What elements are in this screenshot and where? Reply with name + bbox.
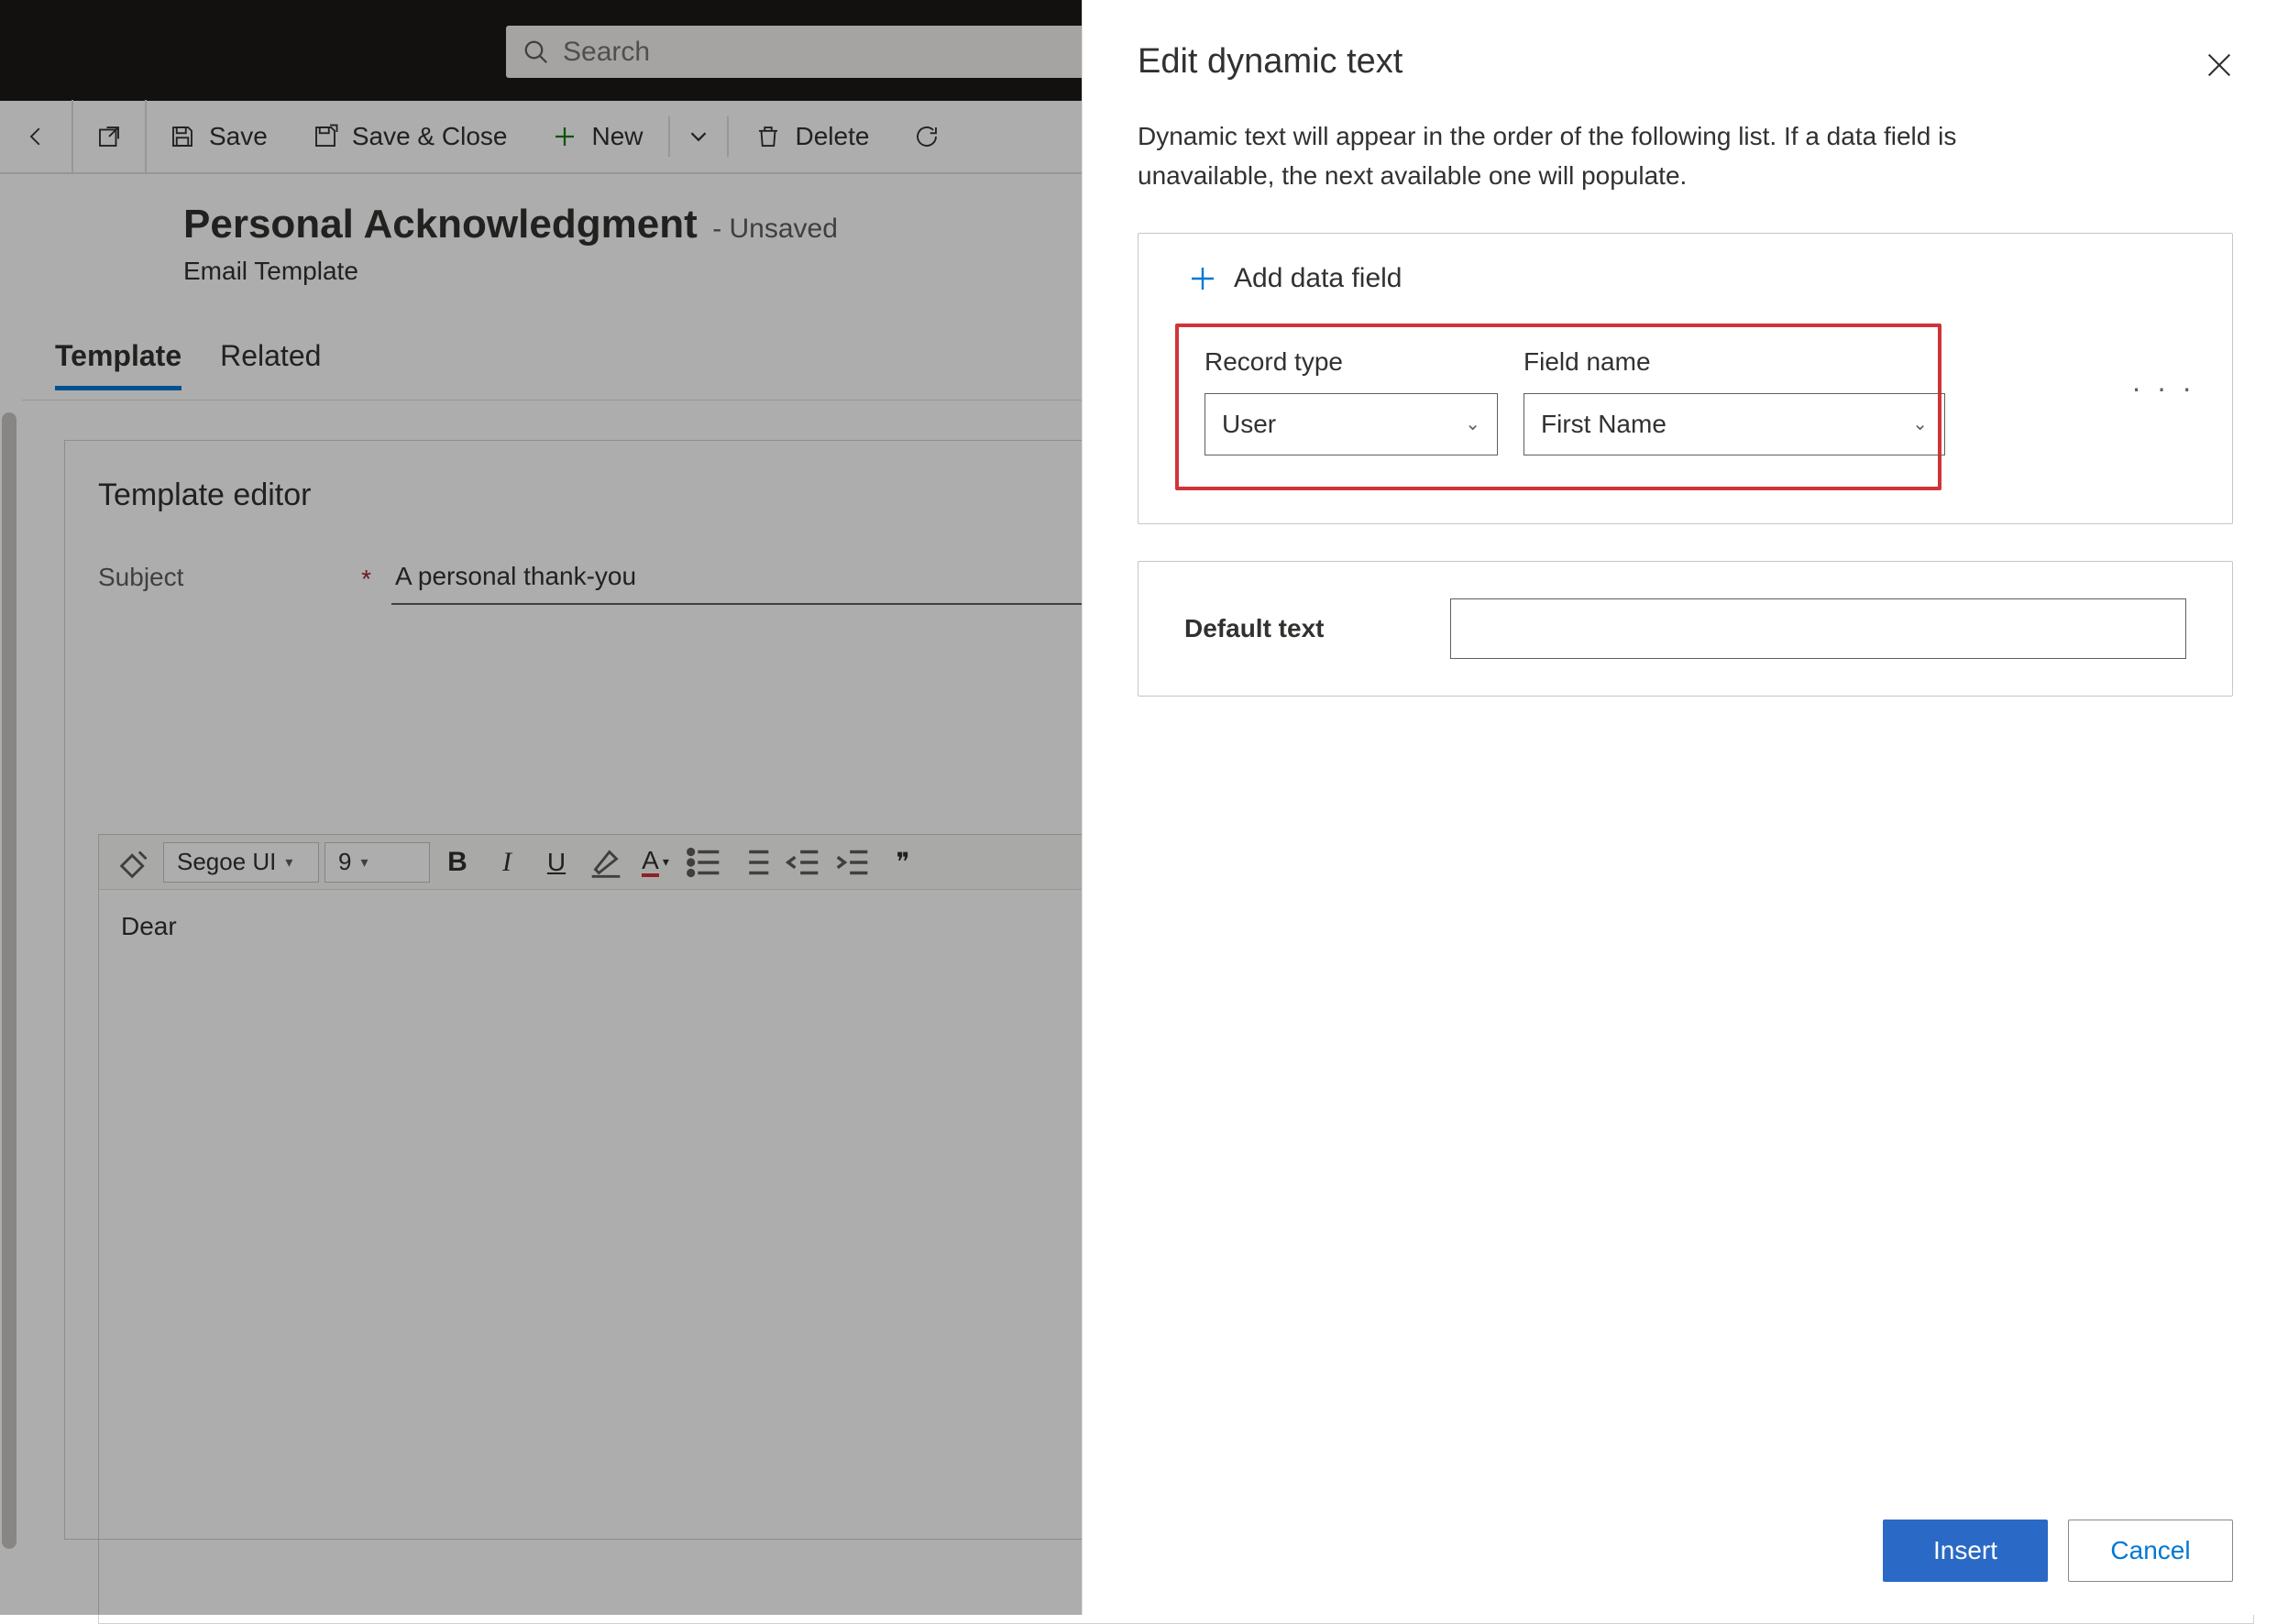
close-icon	[2204, 49, 2235, 81]
insert-button[interactable]: Insert	[1883, 1520, 2048, 1582]
modal-overlay	[0, 0, 1082, 1615]
row-more-button[interactable]: · · ·	[2131, 371, 2195, 405]
panel-description: Dynamic text will appear in the order of…	[1138, 116, 2073, 196]
default-text-label: Default text	[1184, 614, 1414, 643]
data-field-card: Add data field Record type Field name Us…	[1138, 233, 2233, 524]
data-field-row: Record type Field name User ⌄ First Name…	[1175, 324, 1942, 490]
panel-title: Edit dynamic text	[1138, 42, 2233, 82]
record-type-label: Record type	[1204, 347, 1498, 377]
add-data-field-label: Add data field	[1234, 263, 1402, 294]
default-text-input[interactable]	[1450, 598, 2186, 659]
edit-dynamic-text-panel: Edit dynamic text Dynamic text will appe…	[1082, 0, 2288, 1615]
plus-icon	[1188, 264, 1217, 293]
add-data-field-button[interactable]: Add data field	[1188, 263, 1402, 294]
default-text-card: Default text	[1138, 561, 2233, 697]
record-type-value: User	[1222, 410, 1276, 439]
chevron-down-icon: ⌄	[1465, 412, 1480, 435]
field-name-value: First Name	[1541, 410, 1666, 439]
chevron-down-icon: ⌄	[1912, 412, 1928, 435]
cancel-button[interactable]: Cancel	[2068, 1520, 2233, 1582]
field-name-select[interactable]: First Name ⌄	[1524, 393, 1945, 455]
panel-close-button[interactable]	[2204, 49, 2235, 85]
record-type-select[interactable]: User ⌄	[1204, 393, 1498, 455]
panel-footer: Insert Cancel	[1883, 1520, 2233, 1582]
field-name-label: Field name	[1524, 347, 1945, 377]
